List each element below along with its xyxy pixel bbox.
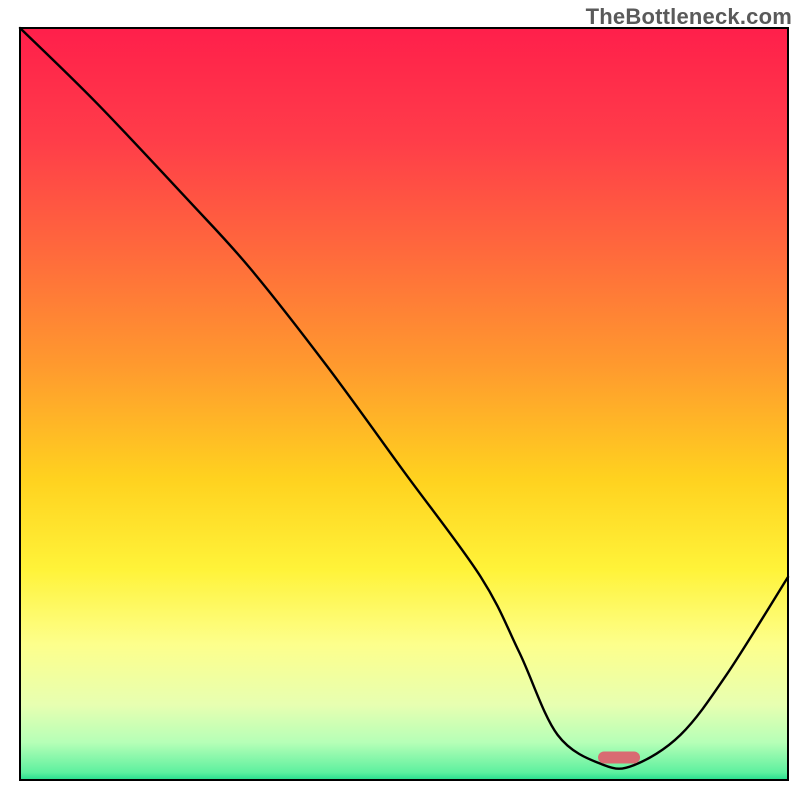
bottleneck-chart: [0, 0, 800, 800]
optimal-marker-icon: [598, 751, 640, 763]
chart-stage: TheBottleneck.com: [0, 0, 800, 800]
gradient-background: [20, 28, 788, 780]
